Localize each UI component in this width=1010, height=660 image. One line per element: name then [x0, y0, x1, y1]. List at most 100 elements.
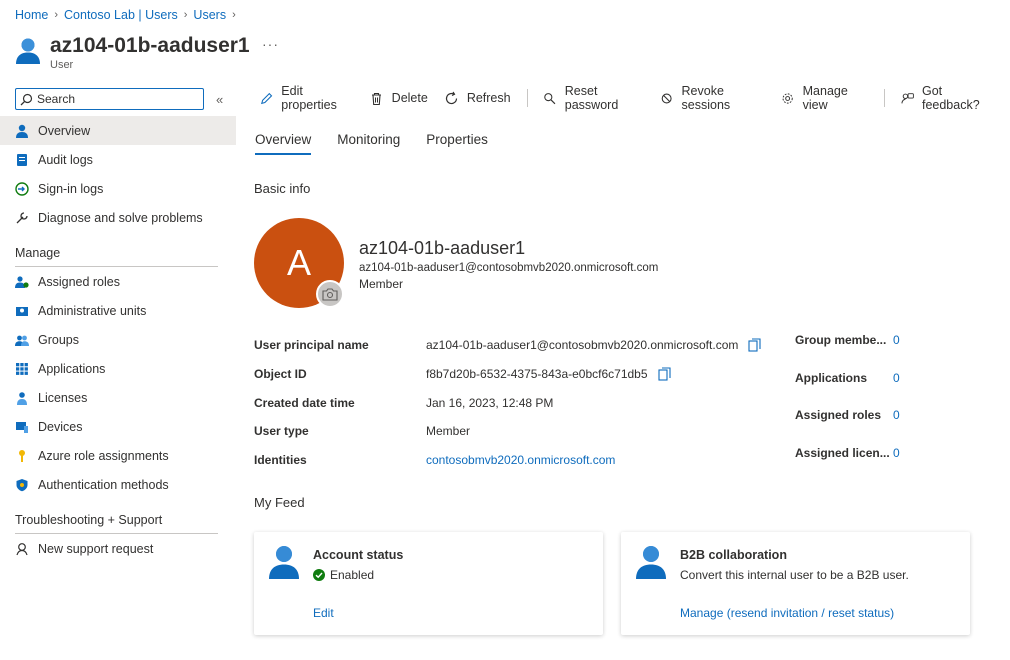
user-type: Member	[359, 277, 404, 291]
delete-label: Delete	[391, 91, 428, 105]
sidebar-item-label: Audit logs	[38, 152, 93, 167]
feedback-label: Got feedback?	[921, 84, 980, 112]
tabs: Overview Monitoring Properties	[255, 132, 514, 155]
property-label: Created date time	[254, 395, 355, 410]
assigned-roles-count[interactable]: 0	[893, 408, 900, 422]
manage-b2b-link[interactable]: Manage (resend invitation / reset status…	[680, 606, 894, 620]
sidebar-search[interactable]	[15, 88, 204, 110]
group-memberships-count[interactable]: 0	[893, 333, 900, 347]
stat-label: Group membe...	[795, 333, 887, 347]
sidebar-item-label: Overview	[38, 123, 91, 138]
trash-icon	[371, 92, 381, 105]
property-row: User principal name az104-01b-aaduser1@c…	[254, 331, 774, 360]
revoke-sessions-button[interactable]: Revoke sessions	[660, 84, 765, 112]
reset-password-label: Reset password	[564, 84, 619, 112]
property-row: User type Member	[254, 417, 774, 446]
sidebar-item-overview[interactable]: Overview	[0, 116, 236, 145]
card-title: B2B collaboration	[680, 548, 787, 562]
sidebar-item-diagnose[interactable]: Diagnose and solve problems	[0, 203, 236, 232]
sidebar-item-assigned-roles[interactable]: Assigned roles	[0, 267, 236, 296]
account-status-card: Account status Enabled Edit	[254, 532, 603, 635]
more-options-button[interactable]: ···	[262, 36, 279, 52]
applications-count[interactable]: 0	[893, 371, 900, 385]
sidebar-item-label: Diagnose and solve problems	[38, 210, 203, 225]
account-status: Enabled	[313, 568, 374, 582]
property-label: User type	[254, 424, 309, 439]
command-bar: Edit properties Delete Refresh Reset pas…	[260, 84, 1010, 112]
toolbar-divider	[526, 89, 528, 107]
tab-overview[interactable]: Overview	[255, 132, 312, 155]
copy-icon[interactable]	[657, 367, 671, 381]
page-subtitle: User	[50, 59, 74, 71]
sidebar-item-new-support-request[interactable]: New support request	[0, 534, 236, 563]
user-icon	[636, 546, 666, 579]
property-label: User principal name	[254, 338, 369, 353]
toolbar-divider	[883, 89, 885, 107]
sidebar-item-label: Devices	[38, 419, 83, 434]
sidebar-item-devices[interactable]: Devices	[0, 412, 236, 441]
sidebar-item-label: Sign-in logs	[38, 181, 104, 196]
revoke-sessions-label: Revoke sessions	[681, 84, 731, 112]
admin-units-icon	[15, 304, 29, 318]
groups-icon	[15, 333, 29, 347]
identities-link[interactable]: contosobmvb2020.onmicrosoft.com	[426, 453, 615, 467]
breadcrumb-contoso-users[interactable]: Contoso Lab | Users	[64, 8, 178, 22]
stat-label: Assigned licen...	[795, 445, 890, 460]
property-label: Object ID	[254, 367, 307, 382]
camera-icon	[322, 288, 338, 301]
page-title: az104-01b-aaduser1	[50, 34, 250, 57]
refresh-icon	[445, 91, 457, 104]
b2b-collaboration-card: B2B collaboration Convert this internal …	[621, 532, 970, 635]
property-value: az104-01b-aaduser1@contosobmvb2020.onmic…	[426, 338, 739, 353]
collapse-sidebar-button[interactable]: «	[216, 92, 223, 107]
search-icon	[20, 93, 33, 105]
copy-icon[interactable]	[748, 338, 761, 352]
edit-properties-button[interactable]: Edit properties	[260, 84, 353, 112]
breadcrumb: Home › Contoso Lab | Users › Users ›	[15, 8, 236, 22]
audit-log-icon	[15, 153, 29, 167]
sidebar-item-azure-role-assignments[interactable]: Azure role assignments	[0, 441, 236, 470]
feedback-button[interactable]: Got feedback?	[901, 84, 994, 112]
sidebar-nav: Overview Audit logs Sign-in logs Diagnos…	[0, 116, 236, 563]
card-description: Convert this internal user to be a B2B u…	[680, 568, 909, 582]
assigned-licenses-count[interactable]: 0	[893, 446, 900, 460]
sidebar-item-administrative-units[interactable]: Administrative units	[0, 296, 236, 325]
sidebar-item-audit-logs[interactable]: Audit logs	[0, 145, 236, 174]
sidebar-item-groups[interactable]: Groups	[0, 325, 236, 354]
key-search-icon	[544, 92, 556, 104]
tab-monitoring[interactable]: Monitoring	[337, 132, 400, 155]
shield-icon	[15, 478, 29, 492]
search-input[interactable]	[37, 92, 197, 106]
device-icon	[15, 420, 29, 434]
card-title: Account status	[313, 548, 404, 562]
change-photo-button[interactable]	[316, 280, 344, 308]
refresh-label: Refresh	[466, 91, 511, 105]
account-status-text: Enabled	[330, 568, 375, 582]
sidebar-item-authentication-methods[interactable]: Authentication methods	[0, 470, 236, 499]
property-value: Jan 16, 2023, 12:48 PM	[426, 395, 554, 410]
basic-info-heading: Basic info	[254, 181, 311, 196]
breadcrumb-home[interactable]: Home	[15, 8, 48, 22]
sidebar-item-label: Assigned roles	[38, 274, 120, 289]
sign-in-icon	[15, 181, 29, 196]
sidebar-item-label: Groups	[38, 332, 79, 347]
support-icon	[15, 542, 29, 556]
manage-view-button[interactable]: Manage view	[781, 84, 867, 112]
delete-button[interactable]: Delete	[369, 91, 428, 106]
reset-password-button[interactable]: Reset password	[543, 84, 644, 112]
roles-icon	[15, 275, 29, 289]
edit-account-status-link[interactable]: Edit	[313, 606, 334, 620]
license-icon	[15, 391, 29, 405]
breadcrumb-users[interactable]: Users	[193, 8, 226, 22]
pencil-icon	[260, 92, 273, 104]
stat-row: Assigned licen... 0	[795, 442, 955, 480]
tab-properties[interactable]: Properties	[426, 132, 488, 155]
sidebar-item-applications[interactable]: Applications	[0, 354, 236, 383]
stat-row: Applications 0	[795, 367, 955, 405]
sidebar-item-licenses[interactable]: Licenses	[0, 383, 236, 412]
user-icon	[269, 546, 299, 579]
key-icon	[15, 449, 29, 463]
sidebar-item-sign-in-logs[interactable]: Sign-in logs	[0, 174, 236, 203]
refresh-button[interactable]: Refresh	[444, 91, 511, 106]
user-icon	[16, 38, 40, 64]
